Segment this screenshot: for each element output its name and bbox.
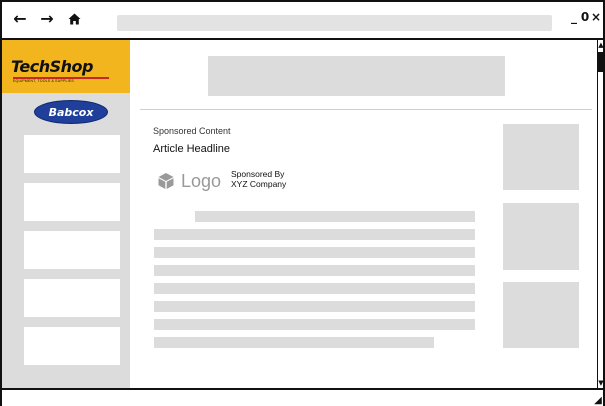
text-line-placeholder: [154, 247, 475, 258]
techshop-tagline: EQUIPMENT, TOOLS & SUPPLIES: [13, 79, 74, 83]
browser-window: ← → _ 0 × TechShop EQUIPMENT, TOOLS & SU…: [0, 0, 605, 406]
side-ad-placeholder[interactable]: [503, 124, 579, 190]
resize-grip-icon[interactable]: ◢: [593, 396, 603, 406]
main-content: Sponsored Content Article Headline Logo …: [130, 40, 597, 388]
back-icon[interactable]: ←: [11, 10, 29, 28]
side-ad-placeholder[interactable]: [503, 203, 579, 270]
maximize-button[interactable]: 0: [580, 10, 590, 24]
forward-icon[interactable]: →: [38, 10, 56, 28]
techshop-logo[interactable]: TechShop EQUIPMENT, TOOLS & SUPPLIES: [2, 40, 130, 93]
banner-ad-placeholder[interactable]: [208, 56, 505, 96]
techshop-wordmark: TechShop: [11, 57, 93, 76]
sponsored-by: Sponsored By XYZ Company: [231, 169, 286, 189]
sponsor-logo-text: Logo: [181, 171, 222, 191]
status-bar: ◢: [2, 388, 603, 406]
article-headline[interactable]: Article Headline: [153, 143, 230, 155]
sidebar-slot[interactable]: [24, 327, 120, 365]
home-glyph: [68, 13, 80, 25]
browser-toolbar: ← → _ 0 ×: [2, 2, 603, 40]
sidebar-slot[interactable]: [24, 231, 120, 269]
header-divider: [140, 109, 592, 110]
text-line-placeholder: [154, 229, 475, 240]
sidebar-slot[interactable]: [24, 279, 120, 317]
sponsored-by-label: Sponsored By: [231, 169, 285, 179]
text-line-placeholder: [195, 211, 475, 222]
sponsor-logo[interactable]: Logo: [157, 169, 221, 193]
address-bar[interactable]: [117, 15, 552, 31]
babcox-logo[interactable]: Babcox: [34, 100, 108, 124]
minimize-button[interactable]: _: [569, 10, 579, 24]
babcox-wordmark: Babcox: [48, 105, 94, 119]
text-line-placeholder: [154, 319, 475, 330]
sidebar-slot[interactable]: [24, 183, 120, 221]
close-button[interactable]: ×: [591, 10, 601, 24]
scroll-up-icon[interactable]: ▲: [598, 40, 604, 50]
text-line-placeholder: [154, 283, 475, 294]
vertical-scrollbar[interactable]: ▲ ▼: [597, 40, 604, 388]
scroll-down-icon[interactable]: ▼: [598, 378, 604, 388]
text-line-placeholder: [154, 265, 475, 276]
scroll-thumb[interactable]: [598, 52, 604, 72]
sidebar-slot[interactable]: [24, 135, 120, 173]
sidebar: TechShop EQUIPMENT, TOOLS & SUPPLIES Bab…: [2, 40, 130, 388]
home-icon[interactable]: [65, 10, 83, 28]
sponsor-company: XYZ Company: [231, 179, 287, 189]
side-ad-placeholder[interactable]: [503, 282, 579, 348]
sponsored-content-label: Sponsored Content: [153, 126, 231, 136]
text-line-placeholder: [154, 301, 475, 312]
cube-icon: [158, 173, 174, 189]
window-controls: _ 0 ×: [569, 7, 601, 27]
text-line-placeholder: [154, 337, 434, 348]
